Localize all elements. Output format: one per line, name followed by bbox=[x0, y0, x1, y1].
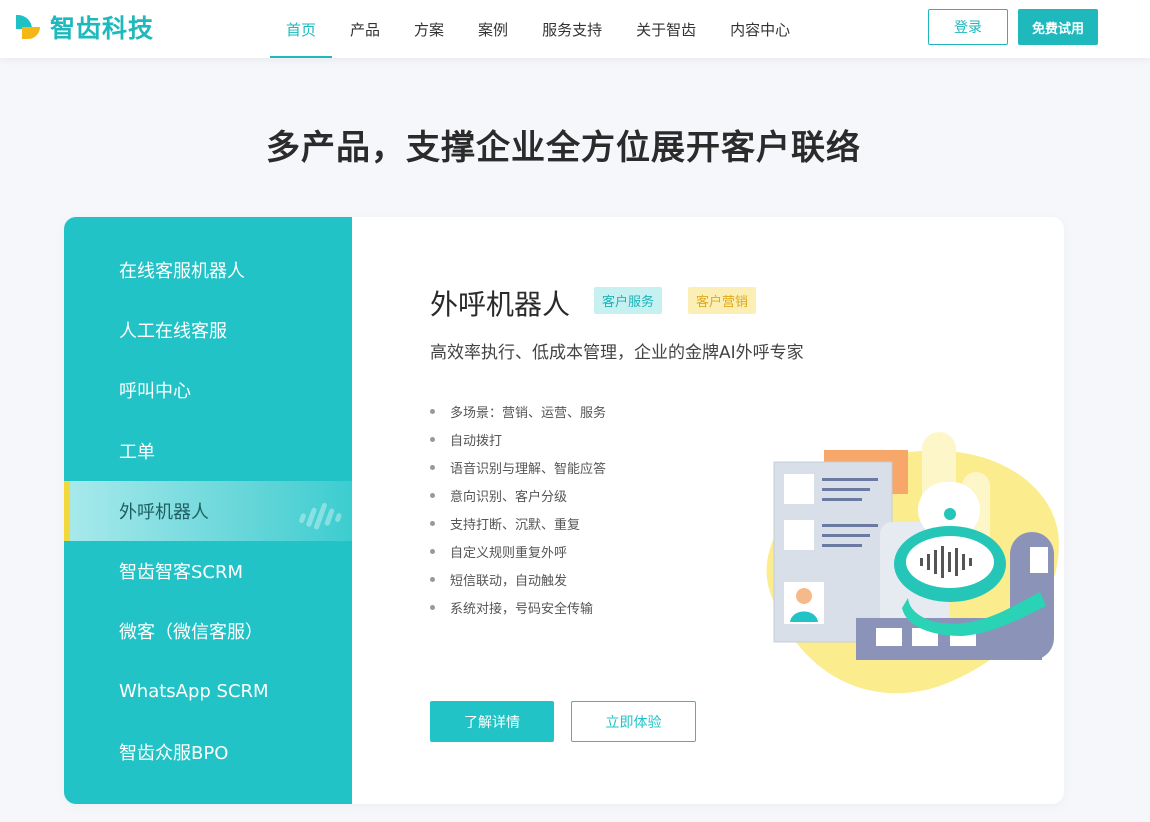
sound-wave-icon bbox=[299, 502, 342, 530]
nav-home[interactable]: 首页 bbox=[270, 0, 333, 58]
logo-text: 智齿科技 bbox=[50, 14, 155, 43]
robot-illustration-icon bbox=[766, 432, 1059, 694]
free-trial-button[interactable]: 免费试用 bbox=[1018, 9, 1098, 45]
nav-support[interactable]: 服务支持 bbox=[526, 0, 618, 58]
list-item: 短信联动，自动触发 bbox=[430, 565, 606, 593]
list-item: 意向识别、客户分级 bbox=[430, 481, 606, 509]
nav-cases[interactable]: 案例 bbox=[462, 0, 524, 58]
product-sidebar: 在线客服机器人 人工在线客服 呼叫中心 工单 外呼机器人 智齿智客SCRM 微客… bbox=[64, 217, 352, 804]
feature-list: 多场景：营销、运营、服务 自动拨打 语音识别与理解、智能应答 意向识别、客户分级… bbox=[430, 397, 606, 621]
product-title: 外呼机器人 bbox=[430, 288, 571, 321]
nav-about[interactable]: 关于智齿 bbox=[620, 0, 712, 58]
sidebar-item-ticket[interactable]: 工单 bbox=[64, 421, 352, 481]
try-now-button[interactable]: 立即体验 bbox=[571, 701, 696, 742]
main-nav: 首页 产品 方案 案例 服务支持 关于智齿 内容中心 bbox=[270, 0, 808, 58]
logo-mark-icon bbox=[14, 12, 44, 42]
sidebar-item-wechat-service[interactable]: 微客（微信客服） bbox=[64, 601, 352, 661]
list-item: 自动拨打 bbox=[430, 425, 606, 453]
product-card: 在线客服机器人 人工在线客服 呼叫中心 工单 外呼机器人 智齿智客SCRM 微客… bbox=[64, 217, 1064, 804]
page-title: 多产品，支撑企业全方位展开客户联络 bbox=[266, 128, 861, 168]
sidebar-item-bpo[interactable]: 智齿众服BPO bbox=[64, 722, 352, 782]
login-button[interactable]: 登录 bbox=[928, 9, 1008, 45]
list-item: 系统对接，号码安全传输 bbox=[430, 593, 606, 621]
sidebar-item-label: 外呼机器人 bbox=[119, 501, 209, 523]
product-subtitle: 高效率执行、低成本管理，企业的金牌AI外呼专家 bbox=[430, 343, 804, 363]
sidebar-item-scrm[interactable]: 智齿智客SCRM bbox=[64, 541, 352, 601]
sidebar-item-online-robot[interactable]: 在线客服机器人 bbox=[64, 240, 352, 300]
list-item: 自定义规则重复外呼 bbox=[430, 537, 606, 565]
list-item: 多场景：营销、运营、服务 bbox=[430, 397, 606, 425]
product-detail: 外呼机器人 客户服务 客户营销 高效率执行、低成本管理，企业的金牌AI外呼专家 … bbox=[352, 217, 1064, 804]
nav-products[interactable]: 产品 bbox=[334, 0, 396, 58]
sidebar-item-human-service[interactable]: 人工在线客服 bbox=[64, 300, 352, 360]
list-item: 支持打断、沉默、重复 bbox=[430, 509, 606, 537]
nav-solutions[interactable]: 方案 bbox=[398, 0, 460, 58]
learn-more-button[interactable]: 了解详情 bbox=[430, 701, 554, 742]
nav-content-center[interactable]: 内容中心 bbox=[714, 0, 806, 58]
sidebar-item-whatsapp-scrm[interactable]: WhatsApp SCRM bbox=[64, 661, 352, 721]
list-item: 语音识别与理解、智能应答 bbox=[430, 453, 606, 481]
tag-customer-service: 客户服务 bbox=[594, 287, 663, 314]
logo[interactable]: 智齿科技 bbox=[14, 11, 154, 43]
sidebar-item-outbound-robot[interactable]: 外呼机器人 bbox=[64, 480, 352, 542]
sidebar-item-call-center[interactable]: 呼叫中心 bbox=[64, 360, 352, 420]
tag-customer-marketing: 客户营销 bbox=[688, 287, 757, 314]
top-header: 智齿科技 首页 产品 方案 案例 服务支持 关于智齿 内容中心 登录 免费试用 bbox=[0, 0, 1150, 58]
